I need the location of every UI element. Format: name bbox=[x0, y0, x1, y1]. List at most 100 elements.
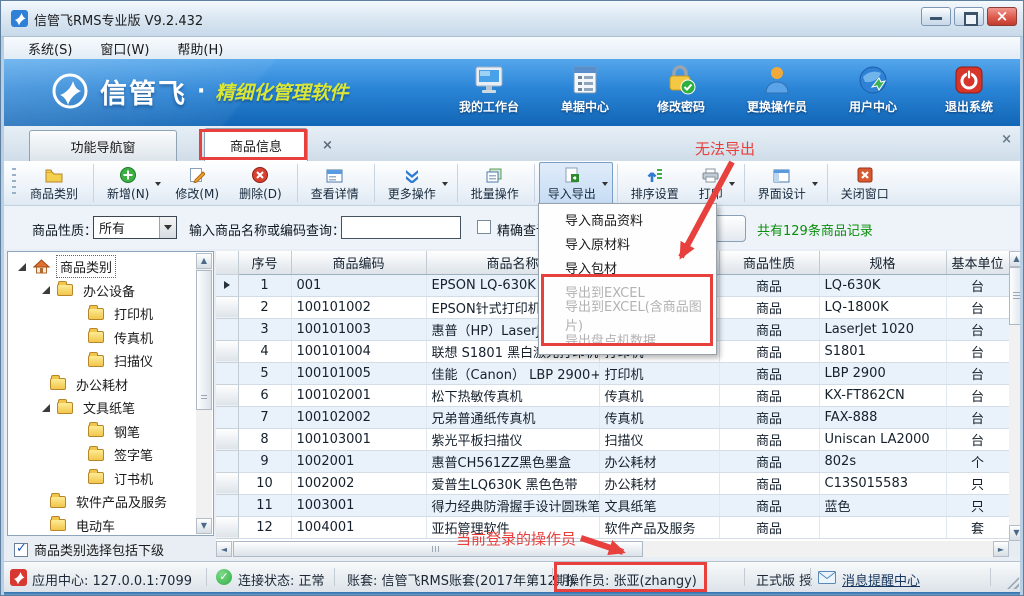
row-selector[interactable] bbox=[216, 516, 238, 538]
action-switch-operator[interactable]: 更换操作员 bbox=[736, 65, 818, 115]
tree-item[interactable]: 订书机 bbox=[10, 467, 195, 491]
search-input[interactable] bbox=[341, 216, 461, 239]
col-header-num[interactable]: 序号 bbox=[238, 251, 291, 274]
row-selector[interactable] bbox=[216, 384, 238, 406]
row-selector[interactable] bbox=[216, 450, 238, 472]
toolbar-sort-settings[interactable]: 排序设置 bbox=[622, 162, 690, 205]
col-header-nature[interactable]: 商品性质 bbox=[719, 251, 819, 274]
row-selector[interactable] bbox=[216, 340, 238, 362]
tree-item[interactable]: 传真机 bbox=[10, 326, 195, 350]
scroll-up-icon[interactable]: ▲ bbox=[196, 253, 212, 269]
scroll-left-icon[interactable]: ◄ bbox=[216, 541, 232, 557]
home-icon bbox=[33, 259, 50, 274]
tree-item[interactable]: 电动车 bbox=[10, 514, 195, 534]
table-row[interactable]: 8 100103001 紫光平板扫描仪 扫描仪 商品 Uniscan LA200… bbox=[216, 428, 1009, 450]
folder-icon bbox=[88, 449, 104, 461]
tree-item[interactable]: 钢笔 bbox=[10, 420, 195, 444]
tree-item[interactable]: 签字笔 bbox=[10, 443, 195, 467]
nature-label: 商品性质： bbox=[32, 220, 97, 239]
expander-icon[interactable] bbox=[42, 404, 50, 412]
nature-select[interactable]: 所有 bbox=[93, 216, 177, 239]
row-selector[interactable] bbox=[216, 318, 238, 340]
scroll-thumb[interactable] bbox=[233, 541, 643, 557]
include-sub-checkbox[interactable] bbox=[14, 543, 28, 557]
tree-item[interactable]: 软件产品及服务 bbox=[10, 490, 195, 514]
print-icon bbox=[702, 168, 719, 183]
tab-close-icon[interactable] bbox=[322, 138, 333, 153]
add-icon bbox=[120, 167, 136, 183]
menu-window[interactable]: 窗口(W) bbox=[86, 37, 163, 60]
panel-close-icon[interactable] bbox=[1001, 132, 1012, 147]
action-user-center[interactable]: 用户中心 bbox=[832, 65, 914, 115]
folder-icon bbox=[57, 284, 73, 296]
menu-item-import-products[interactable]: 导入商品资料 bbox=[539, 207, 716, 231]
action-exit-system[interactable]: 退出系统 bbox=[928, 65, 1010, 115]
menu-system[interactable]: 系统(S) bbox=[14, 37, 86, 60]
grid-hscrollbar[interactable]: ◄ ► bbox=[216, 541, 1009, 557]
titlebar: 信管飞RMS专业版 V9.2.432 bbox=[1, 1, 1024, 37]
toolbar-more-actions[interactable]: 更多操作 bbox=[379, 162, 453, 205]
scroll-right-icon[interactable]: ► bbox=[993, 541, 1009, 557]
table-row[interactable]: 12 1004001 亚拓管理软件 软件产品及服务 商品 套 bbox=[216, 516, 1009, 538]
folder-icon bbox=[88, 308, 104, 320]
statusbar: 应用中心: 127.0.0.1:7099 ✓ 连接状态: 正常 账套: 信管飞R… bbox=[4, 561, 1022, 592]
status-connection: 连接状态: 正常 bbox=[238, 570, 325, 589]
table-row[interactable]: 11 1003001 得力经典防滑握手设计圆珠笔 文具纸笔 商品 蓝色 只 bbox=[216, 494, 1009, 516]
scroll-down-icon[interactable]: ▼ bbox=[196, 518, 212, 534]
toolbar-product-category[interactable]: 商品类别 bbox=[21, 162, 89, 205]
table-row[interactable]: 5 100101005 佳能（Canon） LBP 2900+ 黑白激光打印机 … bbox=[216, 362, 1009, 384]
row-selector[interactable] bbox=[216, 472, 238, 494]
scroll-thumb[interactable] bbox=[196, 270, 212, 410]
table-row[interactable]: 7 100102002 兄弟普通纸传真机 传真机 商品 FAX-888 台 bbox=[216, 406, 1009, 428]
tab-product-info[interactable]: 商品信息 bbox=[204, 128, 308, 161]
row-selector[interactable] bbox=[216, 494, 238, 516]
row-selector[interactable] bbox=[216, 274, 238, 296]
tree-item[interactable]: 打印机 bbox=[10, 302, 195, 326]
menu-item-import-packaging[interactable]: 导入包材 bbox=[539, 255, 716, 279]
tree-scrollbar[interactable]: ▲ ▼ bbox=[196, 253, 212, 534]
table-row[interactable]: 9 1002001 惠普CH561ZZ黑色墨盒 办公耗材 商品 802s 个 bbox=[216, 450, 1009, 472]
col-header-spec[interactable]: 规格 bbox=[819, 251, 946, 274]
maximize-button[interactable] bbox=[954, 7, 984, 26]
tree-item[interactable]: 办公设备 bbox=[10, 279, 195, 303]
row-selector[interactable] bbox=[216, 406, 238, 428]
toolbar-batch-actions[interactable]: 批量操作 bbox=[462, 162, 530, 205]
menu-item-import-materials[interactable]: 导入原材料 bbox=[539, 231, 716, 255]
tab-function-nav[interactable]: 功能导航窗 bbox=[29, 130, 177, 161]
row-selector[interactable] bbox=[216, 428, 238, 450]
message-center-link[interactable]: 消息提醒中心 bbox=[842, 570, 920, 589]
category-tree: 商品类别 办公设备 打印机 传真机 扫描仪 办公耗材 bbox=[10, 255, 195, 533]
action-my-workbench[interactable]: 我的工作台 bbox=[448, 65, 530, 115]
table-row[interactable]: 10 1002002 爱普生LQ630K 黑色色带 办公耗材 商品 C13S01… bbox=[216, 472, 1009, 494]
action-change-password[interactable]: 修改密码 bbox=[640, 65, 722, 115]
app-window: 信管飞RMS专业版 V9.2.432 系统(S) 窗口(W) 帮助(H) 信管飞… bbox=[0, 0, 1024, 596]
toolbar-edit[interactable]: 修改(M) bbox=[166, 162, 230, 205]
table-row[interactable]: 6 100102001 松下热敏传真机 传真机 商品 KX-FT862CN 台 bbox=[216, 384, 1009, 406]
toolbar-close-window[interactable]: 关闭窗口 bbox=[832, 162, 900, 205]
toolbar-ui-design[interactable]: 界面设计 bbox=[749, 162, 823, 205]
resize-grip[interactable] bbox=[1007, 577, 1019, 589]
toolbar-import-export[interactable]: 导入导出 bbox=[539, 162, 613, 205]
row-selector[interactable] bbox=[216, 362, 238, 384]
expander-icon[interactable] bbox=[42, 286, 50, 294]
minimize-button[interactable] bbox=[921, 7, 951, 26]
toolbar-print[interactable]: 打印 bbox=[690, 162, 740, 205]
toolbar-view-detail[interactable]: 查看详情 bbox=[302, 162, 370, 205]
tree-item[interactable]: 文具纸笔 bbox=[10, 396, 195, 420]
toolbar-add[interactable]: 新增(N) bbox=[98, 162, 166, 205]
close-button[interactable] bbox=[987, 7, 1017, 26]
action-document-center[interactable]: 单据中心 bbox=[544, 65, 626, 115]
folder-icon bbox=[45, 169, 63, 183]
row-selector[interactable] bbox=[216, 296, 238, 318]
col-header-code[interactable]: 商品编码 bbox=[291, 251, 426, 274]
col-header-unit[interactable]: 基本单位 bbox=[946, 251, 1009, 274]
menu-item-export-excel-images: 导出到EXCEL(含商品图片) bbox=[539, 303, 716, 327]
menu-help[interactable]: 帮助(H) bbox=[163, 37, 237, 60]
tree-item-root[interactable]: 商品类别 bbox=[10, 255, 195, 279]
toolbar-delete[interactable]: 删除(D) bbox=[230, 162, 293, 205]
tree-item[interactable]: 办公耗材 bbox=[10, 373, 195, 397]
tree-item[interactable]: 扫描仪 bbox=[10, 349, 195, 373]
precise-checkbox[interactable] bbox=[477, 220, 491, 234]
expander-icon[interactable] bbox=[18, 263, 26, 271]
search-label: 输入商品名称或编码查询： bbox=[189, 220, 345, 239]
